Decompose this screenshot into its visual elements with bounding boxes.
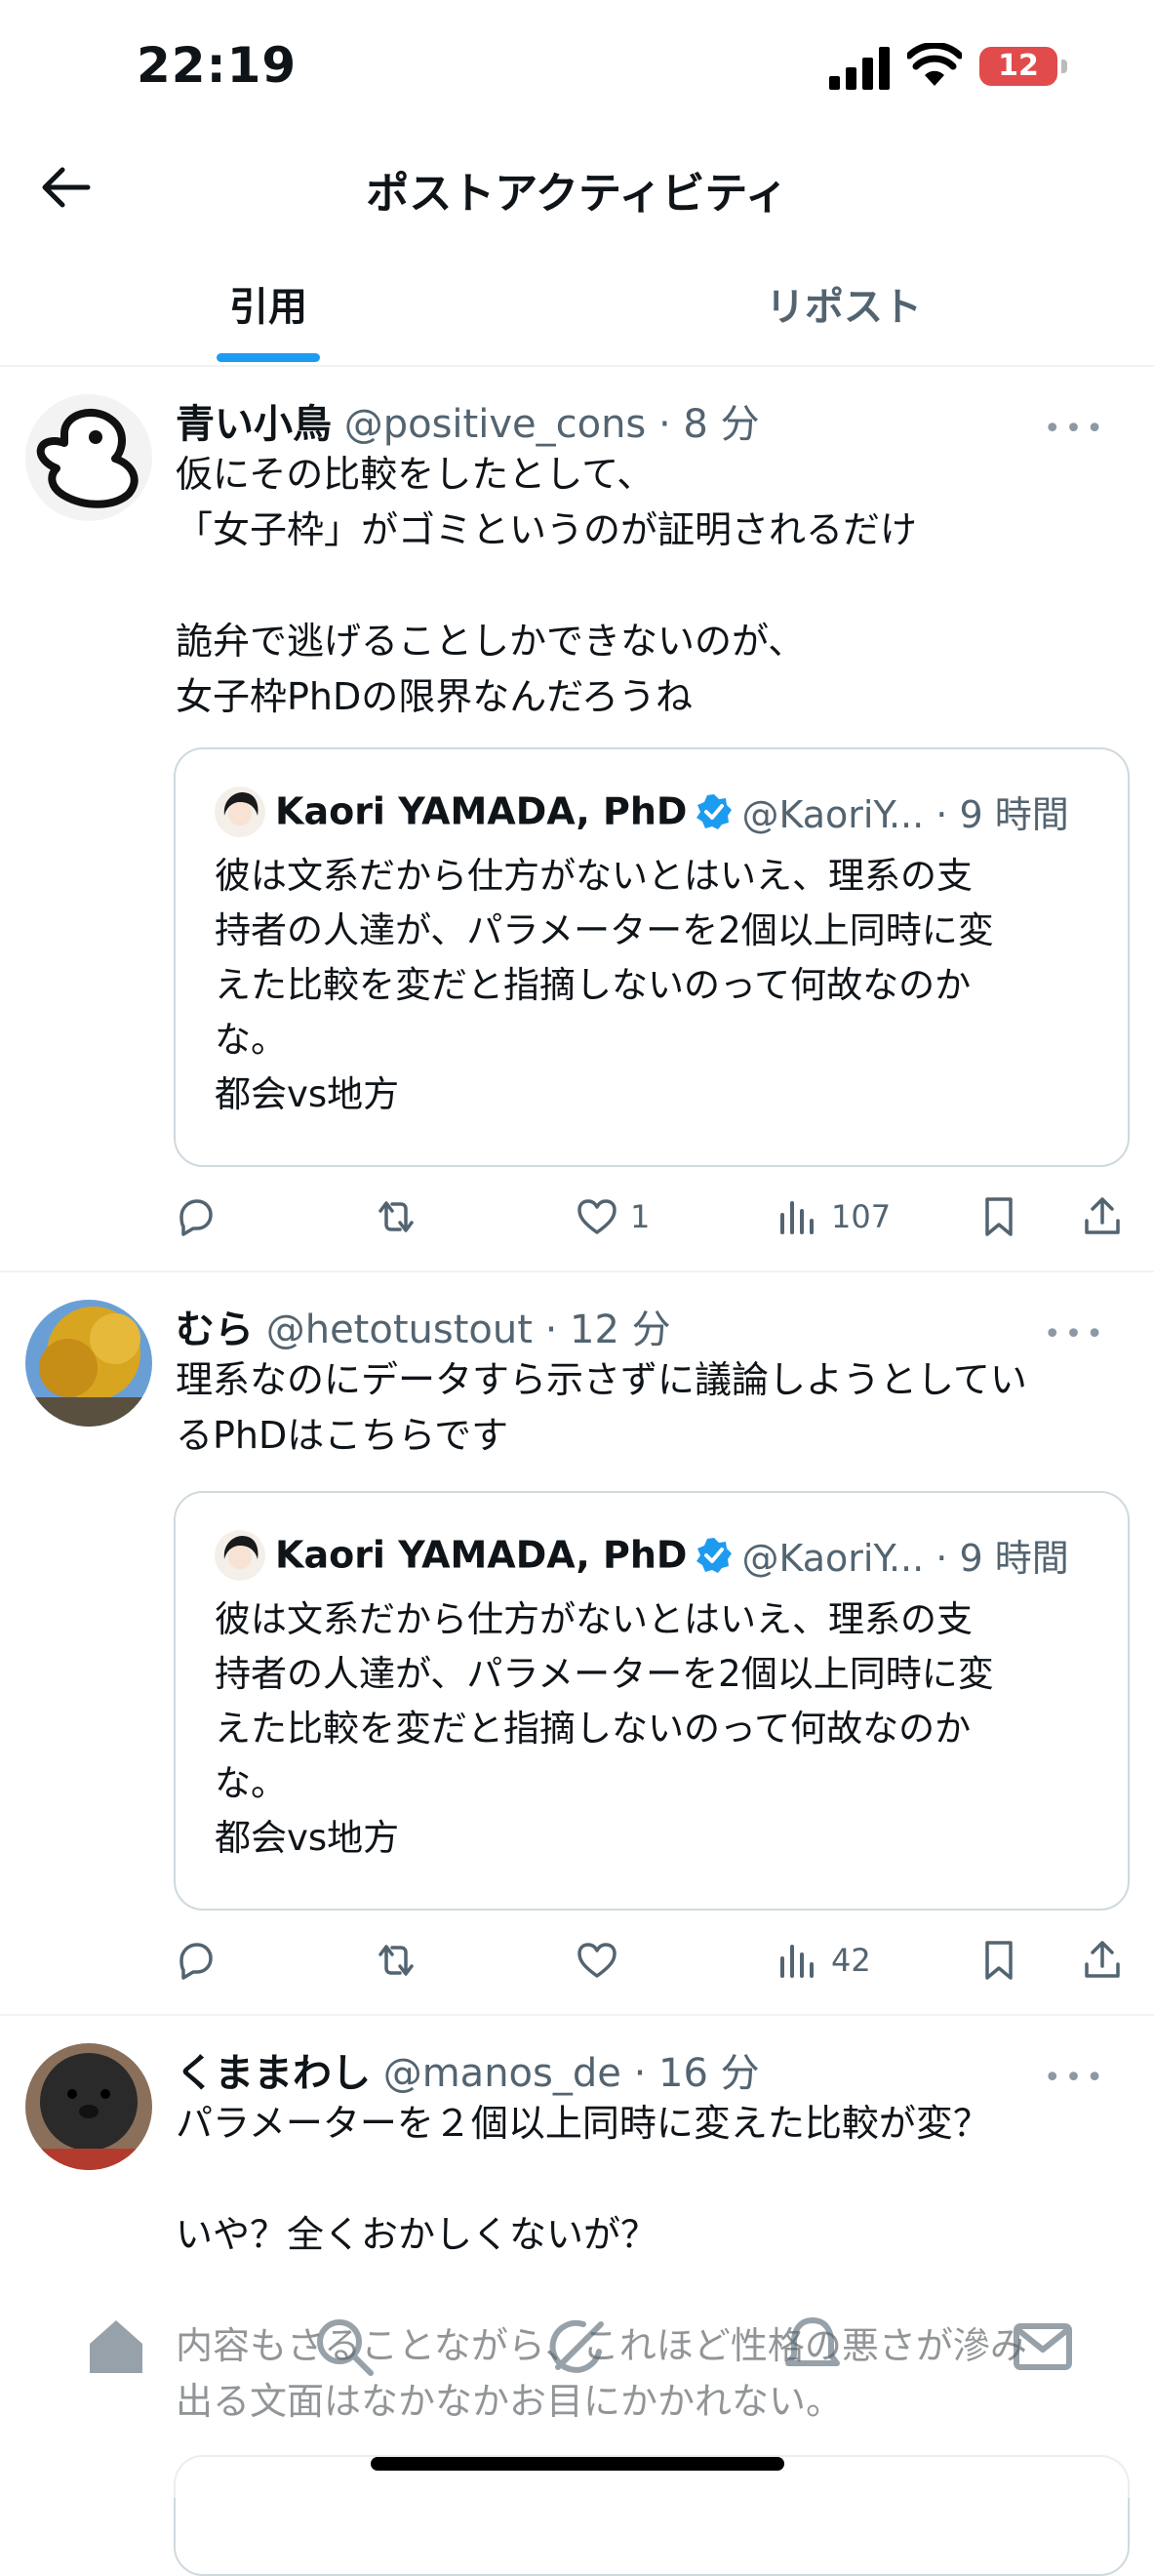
author-handle-time: @manos_de · 16 分 bbox=[371, 2051, 760, 2096]
more-options-icon[interactable]: ••• bbox=[1044, 1317, 1107, 1351]
repost-button[interactable] bbox=[373, 1183, 419, 1251]
quoted-post[interactable]: Kaori YAMADA, PhD @KaoriY... · 9 時間 彼は文系… bbox=[174, 747, 1130, 1167]
tab-reposts[interactable]: リポスト bbox=[576, 275, 1112, 332]
tab-quotes[interactable]: 引用 bbox=[0, 275, 537, 332]
wifi-icon bbox=[907, 43, 962, 86]
cellular-signal-icon bbox=[829, 47, 890, 90]
views-button[interactable]: 107 bbox=[775, 1183, 891, 1251]
avatar bbox=[215, 785, 265, 837]
messages-envelope-icon[interactable] bbox=[1009, 2313, 1077, 2381]
quoted-post-text: 彼は文系だから仕方がないとはいえ、理系の支 持者の人達が、パラメーターを2個以上… bbox=[215, 855, 994, 1115]
author-handle-time: @positive_cons · 8 分 bbox=[332, 402, 760, 447]
quoted-handle-time: @KaoriY... · 9 時間 bbox=[741, 793, 1069, 836]
repost-button[interactable] bbox=[373, 1926, 419, 1994]
post-actions: 1 107 bbox=[0, 1183, 1154, 1251]
quoted-post-header: Kaori YAMADA, PhD @KaoriY... · 9 時間 bbox=[215, 1528, 1069, 1582]
quoted-post-header: Kaori YAMADA, PhD @KaoriY... · 9 時間 bbox=[215, 785, 1069, 838]
author-name[interactable]: くままわし bbox=[176, 2051, 371, 2096]
page-title: ポストアクティビティ bbox=[366, 169, 788, 219]
post-header: 青い小鳥 @positive_cons · 8 分 bbox=[176, 392, 760, 449]
heart-icon bbox=[577, 1199, 617, 1234]
quoted-post[interactable]: Kaori YAMADA, PhD @KaoriY... · 9 時間 彼は文系… bbox=[174, 1491, 1130, 1911]
author-name[interactable]: 青い小鳥 bbox=[176, 402, 332, 447]
author-handle-time: @hetotustout · 12 分 bbox=[254, 1308, 671, 1352]
view-count: 107 bbox=[831, 1198, 892, 1235]
like-button[interactable]: 1 bbox=[574, 1183, 650, 1251]
share-button[interactable] bbox=[1079, 1183, 1126, 1251]
avatar bbox=[215, 1529, 265, 1581]
quoted-post-text: 彼は文系だから仕方がないとはいえ、理系の支 持者の人達が、パラメーターを2個以上… bbox=[215, 1598, 994, 1859]
post-actions: 42 bbox=[0, 1926, 1154, 1994]
bookmark-icon bbox=[985, 1941, 1013, 1980]
bookmark-icon bbox=[985, 1197, 1013, 1236]
verified-badge-icon bbox=[696, 793, 733, 829]
home-indicator bbox=[371, 2457, 784, 2471]
reply-button[interactable] bbox=[172, 1183, 219, 1251]
reply-icon bbox=[179, 1199, 213, 1236]
post-text: 理系なのにデータすら示さずに議論しようとしてい るPhDはこちらです bbox=[176, 1358, 1027, 1457]
status-time: 22:19 bbox=[137, 37, 298, 94]
reply-icon bbox=[179, 1943, 213, 1980]
avatar[interactable] bbox=[25, 1300, 152, 1427]
views-button[interactable]: 42 bbox=[775, 1926, 871, 1994]
repost-icon bbox=[378, 1201, 414, 1232]
battery-nub bbox=[1061, 60, 1067, 73]
reply-button[interactable] bbox=[172, 1926, 219, 1994]
avatar[interactable] bbox=[25, 2043, 152, 2170]
share-icon bbox=[1085, 1197, 1120, 1234]
views-chart-icon bbox=[780, 1201, 814, 1234]
more-options-icon[interactable]: ••• bbox=[1044, 2061, 1107, 2095]
home-icon[interactable] bbox=[82, 2313, 150, 2381]
share-icon bbox=[1085, 1941, 1120, 1978]
post-header: くままわし @manos_de · 16 分 bbox=[176, 2041, 760, 2098]
share-button[interactable] bbox=[1079, 1926, 1126, 1994]
verified-badge-icon bbox=[696, 1537, 733, 1573]
battery-indicator: 12 bbox=[979, 47, 1057, 86]
more-options-icon[interactable]: ••• bbox=[1044, 412, 1107, 446]
status-bar: 22:19 12 bbox=[0, 0, 1154, 137]
view-count: 42 bbox=[831, 1942, 871, 1979]
quoted-author-name: Kaori YAMADA, PhD bbox=[275, 789, 688, 833]
quoted-handle-time: @KaoriY... · 9 時間 bbox=[741, 1537, 1069, 1580]
active-tab-indicator bbox=[217, 353, 320, 362]
like-button[interactable] bbox=[574, 1926, 630, 1994]
avatar[interactable] bbox=[25, 394, 152, 521]
post[interactable]: むら @hetotustout · 12 分 ••• 理系なのにデータすら示さず… bbox=[0, 1270, 1154, 2016]
notifications-bell-icon[interactable] bbox=[778, 2313, 847, 2381]
search-icon[interactable] bbox=[310, 2313, 378, 2381]
bookmark-button[interactable] bbox=[975, 1926, 1022, 1994]
views-chart-icon bbox=[780, 1945, 814, 1978]
post-header: むら @hetotustout · 12 分 bbox=[176, 1298, 671, 1354]
grok-icon[interactable] bbox=[544, 2313, 613, 2381]
quoted-author-name: Kaori YAMADA, PhD bbox=[275, 1533, 688, 1577]
post-text: 仮にその比較をしたとして、 「女子枠」がゴミというのが証明されるだけ 詭弁で逃げ… bbox=[176, 453, 918, 718]
post[interactable]: 青い小鳥 @positive_cons · 8 分 ••• 仮にその比較をしたと… bbox=[0, 365, 1154, 1272]
tab-bar: 引用 リポスト bbox=[0, 254, 1154, 367]
bookmark-button[interactable] bbox=[975, 1183, 1022, 1251]
repost-icon bbox=[378, 1945, 414, 1976]
like-count: 1 bbox=[630, 1198, 651, 1235]
author-name[interactable]: むら bbox=[176, 1308, 254, 1352]
heart-icon bbox=[577, 1943, 617, 1978]
